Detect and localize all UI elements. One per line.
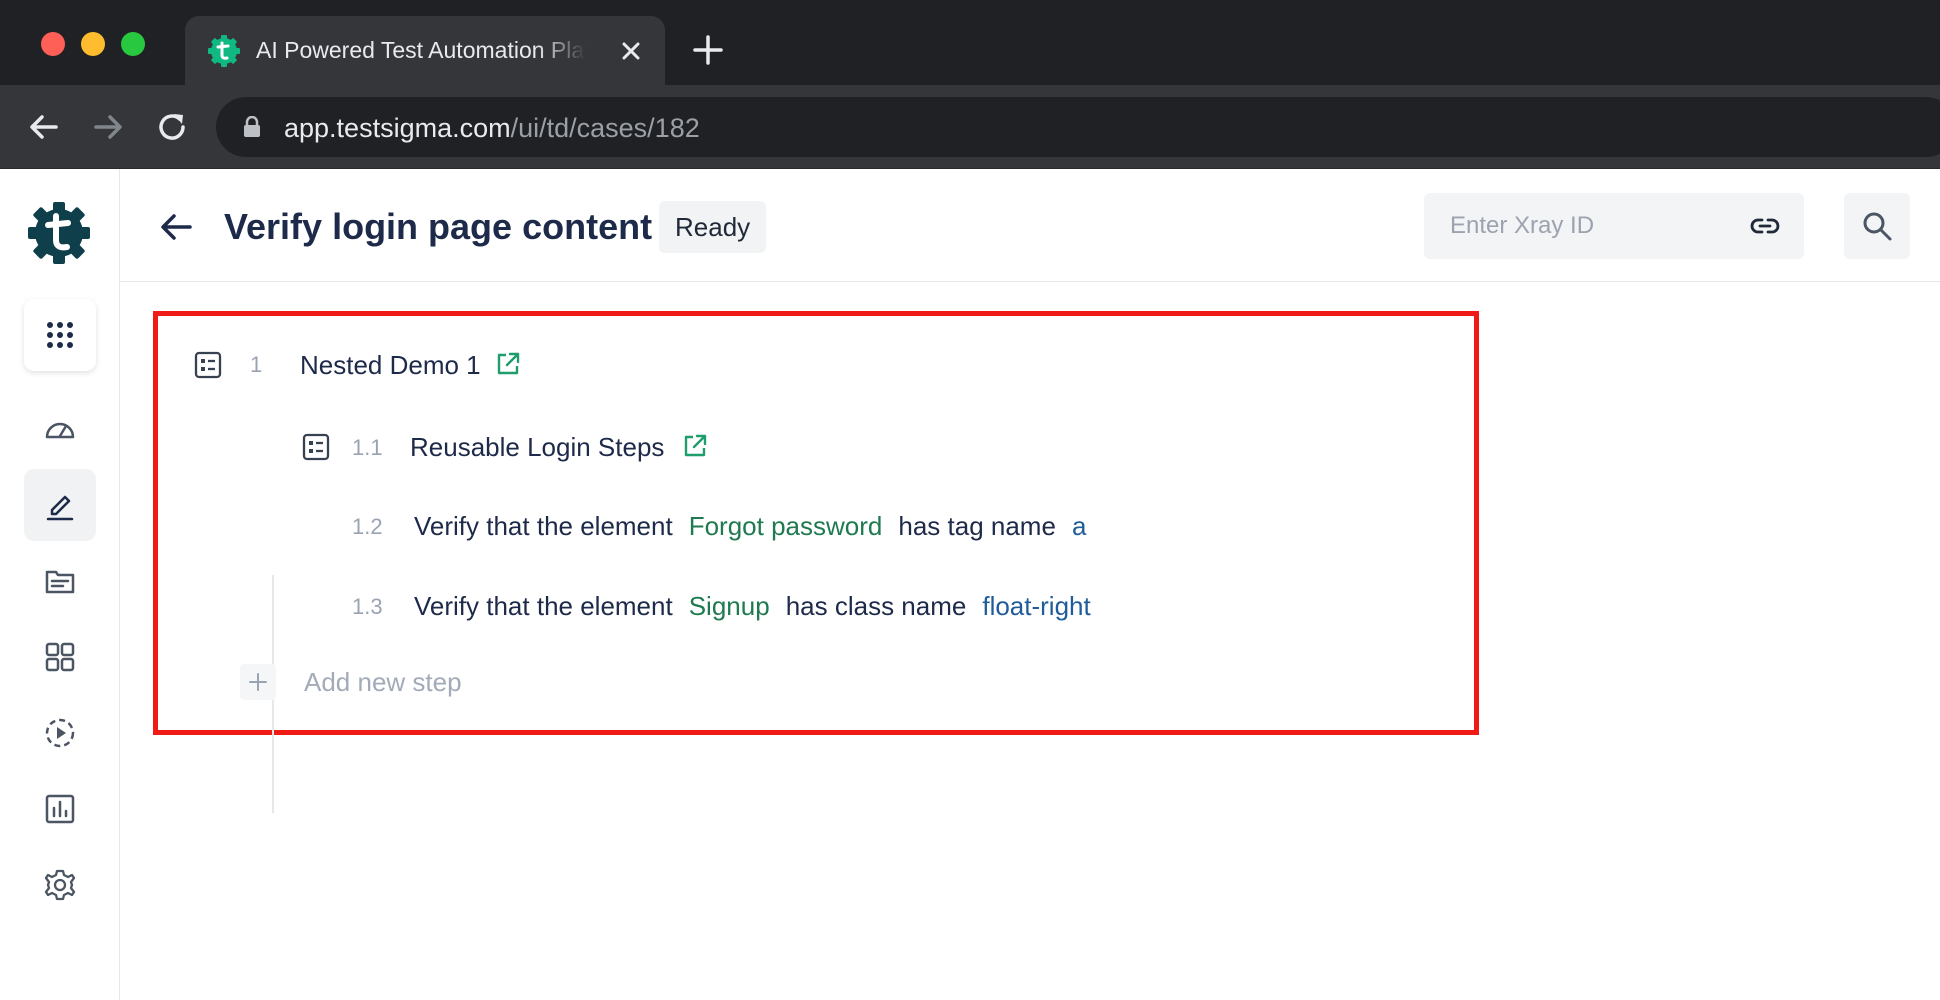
- sidebar-item-dashboard[interactable]: [24, 394, 96, 466]
- external-link-icon[interactable]: [495, 351, 521, 377]
- documents-icon: [45, 570, 75, 594]
- step-text[interactable]: Verify that the element Forgot password ha…: [414, 511, 1086, 542]
- apps-grid-icon: [47, 322, 73, 348]
- step-group-icon: [194, 351, 222, 379]
- external-link-icon[interactable]: [682, 433, 708, 459]
- window-maximize-button[interactable]: [121, 32, 145, 56]
- url-text: app.testsigma.com/ui/td/cases/182: [284, 113, 700, 143]
- browser-tab-strip: AI Powered Test Automation Platform | Te…: [0, 0, 1940, 85]
- browser-toolbar: app.testsigma.com/ui/td/cases/182: [0, 85, 1940, 169]
- xray-id-field: [1424, 193, 1804, 259]
- add-new-step-button[interactable]: Add new step: [304, 667, 462, 698]
- app-root: Verify login page content Ready 1 Nested…: [0, 169, 1940, 1000]
- step-number: 1.1: [352, 435, 383, 460]
- step-action-text: Verify that the element: [414, 511, 673, 541]
- sidebar-item-elements[interactable]: [24, 621, 96, 693]
- step-action-text: has tag name: [898, 511, 1056, 541]
- step-number: 1: [250, 352, 263, 377]
- lock-icon: [244, 116, 260, 137]
- sidebar: [0, 169, 120, 1000]
- reports-icon: [45, 794, 75, 824]
- step-text[interactable]: Reusable Login Steps: [410, 432, 664, 463]
- testsigma-favicon-icon: [208, 35, 240, 67]
- window-close-button[interactable]: [41, 32, 65, 56]
- testsigma-logo-icon[interactable]: [26, 200, 92, 266]
- step-action-text: Verify that the element: [414, 591, 673, 621]
- address-bar[interactable]: app.testsigma.com/ui/td/cases/182: [216, 97, 1940, 157]
- status-badge[interactable]: Ready: [659, 201, 767, 253]
- page-header: Verify login page content Ready: [120, 169, 1940, 282]
- step-group-icon: [302, 433, 330, 461]
- step-element-token[interactable]: Signup: [689, 591, 770, 621]
- step-text[interactable]: Nested Demo 1: [300, 350, 481, 381]
- tab-close-icon[interactable]: [617, 37, 645, 65]
- step-number: 1.3: [352, 594, 383, 619]
- step-value-token[interactable]: float-right: [982, 591, 1090, 621]
- sidebar-item-settings[interactable]: [24, 849, 96, 921]
- browser-reload-icon[interactable]: [154, 109, 190, 145]
- dashboard-icon: [45, 422, 75, 439]
- step-number: 1.2: [352, 514, 383, 539]
- settings-icon: [44, 869, 76, 901]
- sidebar-item-test-cases[interactable]: [24, 545, 96, 617]
- search-icon: [1863, 212, 1892, 241]
- widgets-icon: [45, 642, 75, 672]
- edit-icon: [46, 495, 74, 521]
- add-step-plus-icon[interactable]: [240, 664, 276, 700]
- search-button[interactable]: [1844, 193, 1910, 259]
- link-icon[interactable]: [1750, 213, 1780, 239]
- xray-id-input[interactable]: [1424, 193, 1734, 259]
- browser-forward-icon[interactable]: [90, 109, 126, 145]
- step-value-token[interactable]: a: [1072, 511, 1086, 541]
- sidebar-item-apps[interactable]: [24, 299, 96, 371]
- sidebar-item-test-development[interactable]: [24, 469, 96, 541]
- browser-tab[interactable]: AI Powered Test Automation Platform | Te…: [185, 16, 665, 85]
- sidebar-item-reports[interactable]: [24, 773, 96, 845]
- window-minimize-button[interactable]: [81, 32, 105, 56]
- step-element-token[interactable]: Forgot password: [689, 511, 883, 541]
- browser-back-icon[interactable]: [26, 109, 62, 145]
- tab-title: AI Powered Test Automation Platform | Te…: [256, 37, 586, 63]
- back-arrow-icon[interactable]: [156, 207, 196, 247]
- page-title: Verify login page content: [224, 206, 653, 247]
- step-action-text: has class name: [785, 591, 967, 621]
- sidebar-item-runs[interactable]: [24, 697, 96, 769]
- new-tab-icon[interactable]: [690, 32, 726, 68]
- step-text[interactable]: Verify that the element Signup has class n…: [414, 591, 1091, 622]
- run-icon: [45, 718, 75, 748]
